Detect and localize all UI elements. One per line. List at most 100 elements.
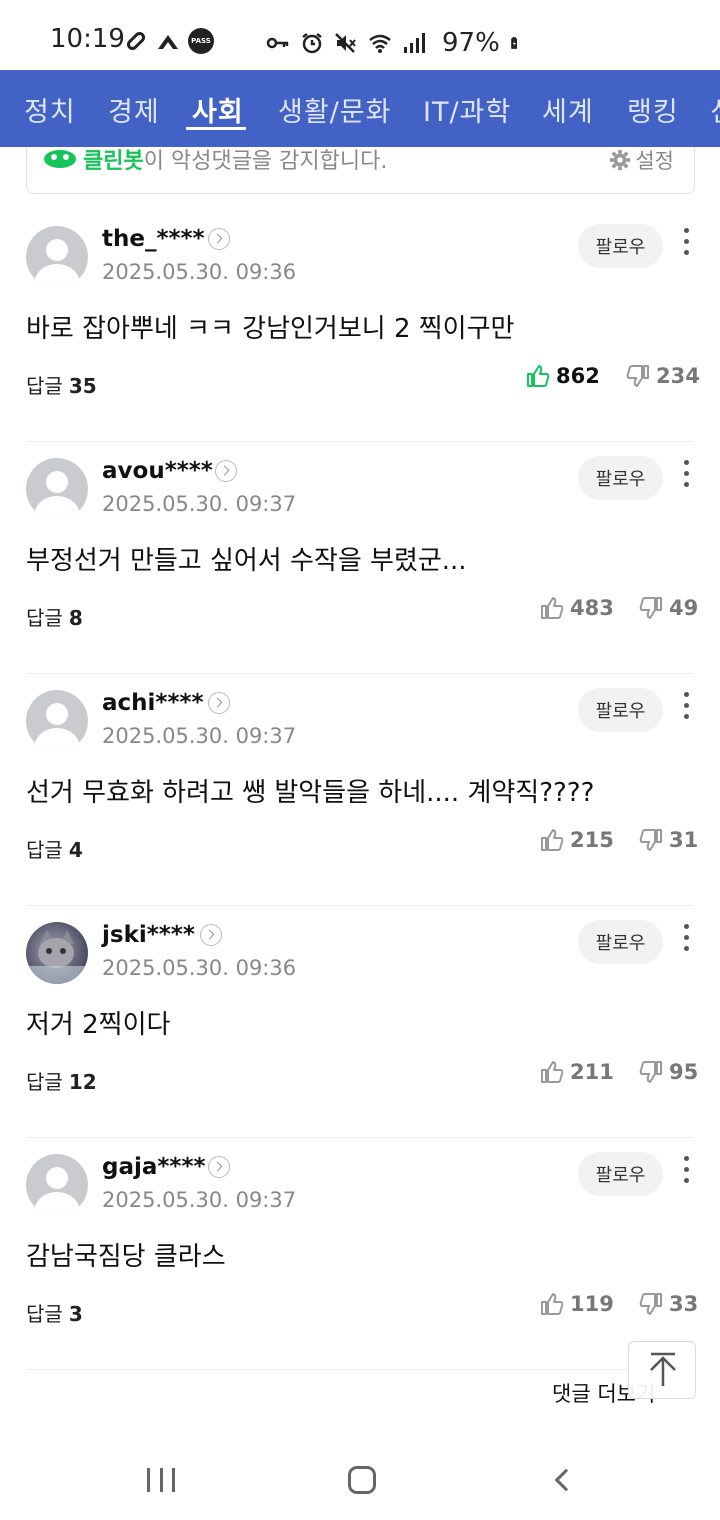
mute-icon bbox=[335, 33, 356, 53]
tab-economy[interactable]: 경제 bbox=[108, 90, 160, 129]
scroll-to-top-button[interactable] bbox=[628, 1341, 696, 1399]
tab-politics[interactable]: 정치 bbox=[24, 90, 76, 129]
like-count: 119 bbox=[570, 1292, 614, 1316]
home-icon[interactable] bbox=[348, 1466, 376, 1494]
comment-item: the_**** 2025.05.30. 09:36 팔로우 바로 잡아뿌네 ㅋ… bbox=[0, 210, 720, 442]
reply-count: 12 bbox=[68, 1070, 97, 1094]
link-icon bbox=[126, 31, 146, 51]
like-button[interactable]: 119 bbox=[540, 1292, 614, 1316]
chevron-right-icon[interactable] bbox=[208, 692, 230, 714]
category-tabs: 정치 경제 사회 생활/문화 IT/과학 세계 랭킹 신 bbox=[0, 70, 720, 147]
reply-button[interactable]: 답글 4 bbox=[26, 834, 83, 863]
active-tab-indicator bbox=[186, 127, 246, 130]
alarm-icon bbox=[302, 33, 322, 54]
tab-world[interactable]: 세계 bbox=[542, 90, 594, 129]
recent-apps-icon[interactable] bbox=[147, 1468, 175, 1492]
chevron-right-icon[interactable] bbox=[208, 228, 230, 250]
cleanbot-name: 클린봇 bbox=[83, 149, 144, 174]
thumbs-up-icon bbox=[541, 1293, 564, 1315]
comment-username[interactable]: achi**** bbox=[102, 690, 204, 716]
back-icon[interactable] bbox=[554, 1468, 578, 1492]
comment-username[interactable]: jski**** bbox=[102, 922, 195, 948]
reply-label: 답글 bbox=[26, 1070, 63, 1094]
pass-icon: PASS bbox=[188, 28, 214, 54]
comment-item: avou**** 2025.05.30. 09:37 팔로우 부정선거 만들고 … bbox=[0, 442, 720, 674]
reply-button[interactable]: 답글 35 bbox=[26, 370, 97, 399]
thumbs-down-icon bbox=[639, 1293, 662, 1315]
comment-date: 2025.05.30. 09:37 bbox=[102, 724, 297, 748]
battery-percent: 97% bbox=[442, 28, 500, 58]
comment-text: 선거 무효화 하려고 쌩 발악들을 하네.... 계약직???? bbox=[26, 778, 595, 808]
more-options-icon[interactable] bbox=[680, 460, 692, 494]
thumbs-down-icon bbox=[626, 365, 649, 387]
cleanbot-settings-button[interactable]: 설정 bbox=[609, 145, 674, 175]
reply-count: 35 bbox=[68, 374, 97, 398]
more-options-icon[interactable] bbox=[680, 228, 692, 262]
comment-text: 감남국짐당 클라스 bbox=[26, 1242, 226, 1272]
wifi-icon bbox=[369, 34, 391, 53]
comment-text: 부정선거 만들고 싶어서 수작을 부렸군... bbox=[26, 546, 467, 576]
avatar[interactable] bbox=[26, 690, 88, 752]
reply-button[interactable]: 답글 3 bbox=[26, 1298, 83, 1327]
thumbs-down-icon bbox=[639, 829, 662, 851]
comment-date: 2025.05.30. 09:36 bbox=[102, 260, 297, 284]
comment-item: gaja**** 2025.05.30. 09:37 팔로우 감남국짐당 클라스… bbox=[0, 1138, 720, 1370]
reply-button[interactable]: 답글 8 bbox=[26, 602, 83, 631]
chevron-right-icon[interactable] bbox=[215, 460, 237, 482]
more-options-icon[interactable] bbox=[680, 692, 692, 726]
dislike-count: 49 bbox=[669, 596, 699, 620]
follow-button[interactable]: 팔로우 bbox=[578, 920, 663, 964]
tab-society[interactable]: 사회 bbox=[192, 90, 244, 129]
comment-date: 2025.05.30. 09:36 bbox=[102, 956, 297, 980]
dislike-button[interactable]: 31 bbox=[639, 828, 698, 852]
avatar[interactable] bbox=[26, 226, 88, 288]
avatar[interactable] bbox=[26, 458, 88, 520]
dislike-button[interactable]: 33 bbox=[639, 1292, 698, 1316]
follow-button[interactable]: 팔로우 bbox=[578, 1152, 663, 1196]
dislike-button[interactable]: 49 bbox=[639, 596, 698, 620]
follow-button[interactable]: 팔로우 bbox=[578, 456, 663, 500]
reply-button[interactable]: 답글 12 bbox=[26, 1066, 97, 1095]
more-options-icon[interactable] bbox=[680, 1156, 692, 1190]
comment-date: 2025.05.30. 09:37 bbox=[102, 1188, 297, 1212]
dislike-count: 31 bbox=[669, 828, 699, 852]
more-options-icon[interactable] bbox=[680, 924, 692, 958]
cleanbot-description: 이 악성댓글을 감지합니다. bbox=[143, 149, 388, 174]
tab-life-culture[interactable]: 생활/문화 bbox=[278, 90, 391, 129]
dislike-count: 33 bbox=[669, 1292, 699, 1316]
dislike-count: 234 bbox=[656, 364, 700, 388]
follow-button[interactable]: 팔로우 bbox=[578, 688, 663, 732]
status-time: 10:19 bbox=[50, 24, 125, 54]
comment-text: 저거 2찍이다 bbox=[26, 1010, 171, 1040]
follow-button[interactable]: 팔로우 bbox=[578, 224, 663, 268]
like-button[interactable]: 483 bbox=[540, 596, 614, 620]
thumbs-up-icon bbox=[541, 829, 564, 851]
like-button[interactable]: 211 bbox=[540, 1060, 614, 1084]
thumbs-down-icon bbox=[639, 597, 662, 619]
dislike-button[interactable]: 234 bbox=[626, 364, 700, 388]
reply-label: 답글 bbox=[26, 606, 63, 630]
key-icon bbox=[266, 37, 289, 49]
chevron-right-icon[interactable] bbox=[200, 924, 222, 946]
chevron-right-icon[interactable] bbox=[208, 1156, 230, 1178]
like-count: 862 bbox=[556, 364, 600, 388]
tab-it-science[interactable]: IT/과학 bbox=[423, 90, 511, 129]
thumbs-up-icon bbox=[527, 365, 550, 387]
reply-count: 8 bbox=[68, 606, 83, 630]
tab-more[interactable]: 신 bbox=[710, 90, 720, 129]
reply-count: 4 bbox=[68, 838, 83, 862]
like-count: 215 bbox=[570, 828, 614, 852]
cleanbot-icon bbox=[44, 150, 76, 168]
comment-item: jski**** 2025.05.30. 09:36 팔로우 저거 2찍이다 답… bbox=[0, 906, 720, 1138]
tab-ranking[interactable]: 랭킹 bbox=[627, 90, 679, 129]
avatar[interactable] bbox=[26, 922, 88, 984]
comment-text: 바로 잡아뿌네 ㅋㅋ 강남인거보니 2 찍이구만 bbox=[26, 314, 515, 344]
comment-username[interactable]: gaja**** bbox=[102, 1154, 206, 1180]
comment-username[interactable]: the_**** bbox=[102, 226, 205, 252]
comment-username[interactable]: avou**** bbox=[102, 458, 213, 484]
dislike-button[interactable]: 95 bbox=[639, 1060, 698, 1084]
like-button[interactable]: 862 bbox=[526, 364, 600, 388]
avatar[interactable] bbox=[26, 1154, 88, 1216]
system-navigation-bar bbox=[0, 1430, 720, 1520]
like-button[interactable]: 215 bbox=[540, 828, 614, 852]
